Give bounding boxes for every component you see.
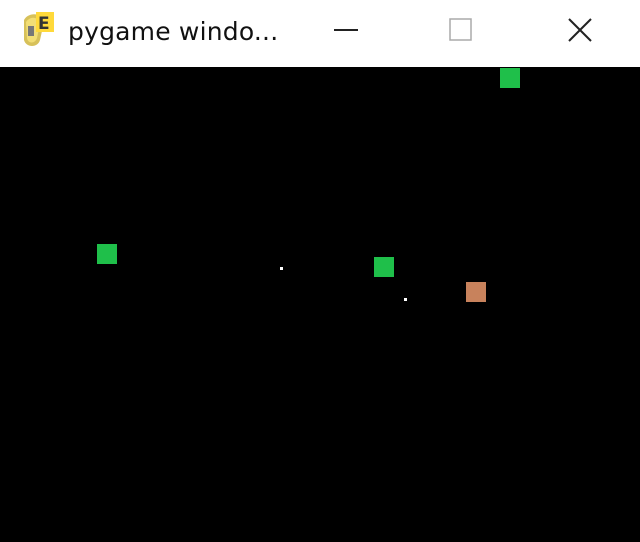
close-button[interactable] — [548, 0, 612, 64]
player-block — [374, 257, 394, 277]
pygame-snake-icon: E — [18, 10, 58, 52]
minimize-icon — [332, 16, 360, 49]
projectile — [404, 298, 407, 301]
minimize-button[interactable] — [314, 0, 378, 64]
food-block — [97, 244, 117, 264]
title-bar[interactable]: E pygame windo... — [0, 0, 640, 67]
window-title: pygame windo... — [68, 17, 279, 46]
close-icon — [566, 16, 594, 49]
svg-text:E: E — [38, 14, 50, 34]
projectile — [280, 267, 283, 270]
maximize-icon — [447, 16, 475, 49]
maximize-button[interactable] — [429, 0, 493, 64]
food-block — [500, 68, 520, 88]
enemy-block — [466, 282, 486, 302]
game-canvas[interactable] — [0, 67, 640, 542]
pygame-window: E pygame windo... — [0, 0, 640, 542]
